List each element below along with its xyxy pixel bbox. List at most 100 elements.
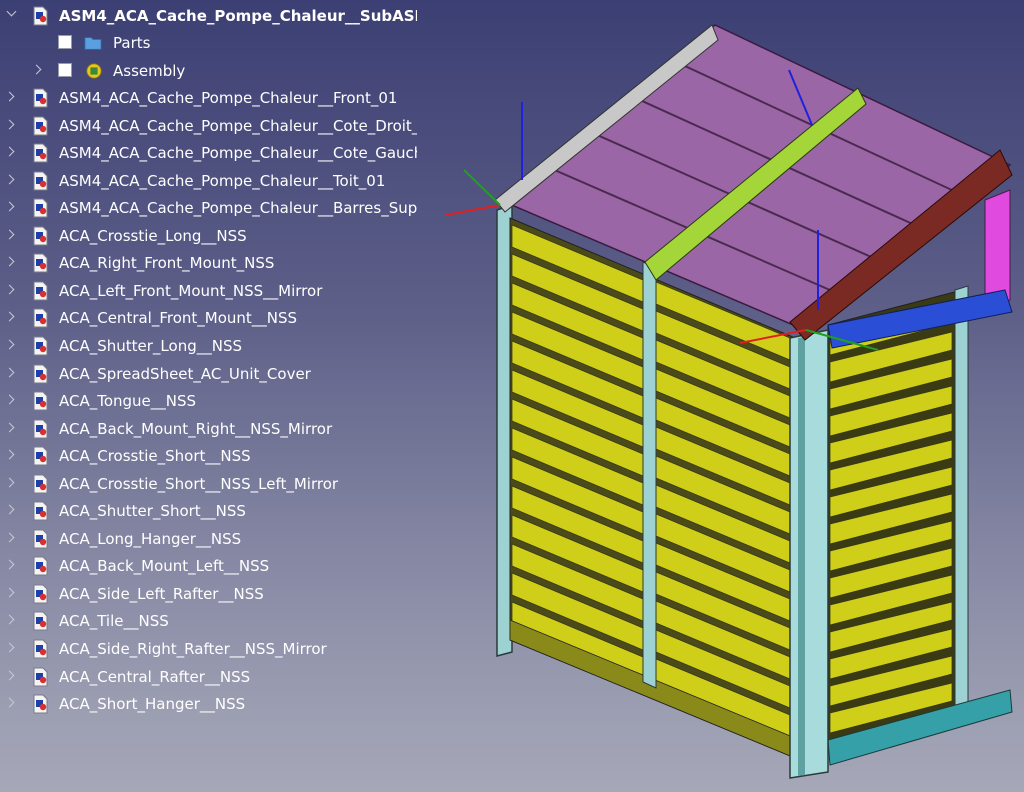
chevron-right-icon[interactable] <box>4 256 15 267</box>
tree-item-row[interactable]: ACA_Left_Front_Mount_NSS__Mirror <box>0 277 418 304</box>
tree-item-label: ACA_Tile__NSS <box>59 612 169 631</box>
document-part-icon <box>33 143 48 163</box>
tree-root-label: ASM4_ACA_Cache_Pompe_Chaleur__SubASM_0 <box>59 7 417 25</box>
chevron-right-icon[interactable] <box>4 174 15 185</box>
document-part-icon <box>33 336 48 356</box>
document-part-icon <box>33 474 48 494</box>
tree-item-row[interactable]: ACA_Back_Mount_Right__NSS_Mirror <box>0 415 418 442</box>
central-front-mount <box>642 261 657 689</box>
chevron-right-icon[interactable] <box>4 146 15 157</box>
tree-row-root[interactable]: ASM4_ACA_Cache_Pompe_Chaleur__SubASM_0 <box>0 2 418 29</box>
chevron-right-icon[interactable] <box>4 229 15 240</box>
assembly-label: Assembly <box>113 62 186 80</box>
tree-item-row[interactable]: ASM4_ACA_Cache_Pompe_Chaleur__Toit_01 <box>0 167 418 194</box>
tree-row-parts[interactable]: Parts <box>0 29 418 56</box>
tree-item-row[interactable]: ACA_Right_Front_Mount_NSS <box>0 249 418 276</box>
document-part-icon <box>33 253 48 273</box>
tree-item-row[interactable]: ACA_Central_Rafter__NSS <box>0 663 418 690</box>
chevron-right-icon[interactable] <box>4 532 15 543</box>
chevron-right-icon[interactable] <box>4 642 15 653</box>
document-part-icon <box>33 446 48 466</box>
tree-item-label: ACA_Short_Hanger__NSS <box>59 695 246 714</box>
tree-item-row[interactable]: ACA_SpreadSheet_AC_Unit_Cover <box>0 360 418 387</box>
chevron-right-icon[interactable] <box>4 284 15 295</box>
tree-item-label: ACA_Crosstie_Short__NSS_Left_Mirror <box>59 474 339 493</box>
folder-icon <box>84 37 102 50</box>
parts-label: Parts <box>113 34 151 52</box>
tree-item-row[interactable]: ACA_Central_Front_Mount__NSS <box>0 304 418 331</box>
tree-item-row[interactable]: ACA_Back_Mount_Left__NSS <box>0 552 418 579</box>
tree-item-label: ACA_Long_Hanger__NSS <box>59 529 242 548</box>
tree-item-row[interactable]: ACA_Shutter_Short__NSS <box>0 497 418 524</box>
document-part-icon <box>33 667 48 687</box>
chevron-right-icon[interactable] <box>4 587 15 598</box>
chevron-right-icon[interactable] <box>4 449 15 460</box>
y-axis-marker <box>463 169 501 206</box>
tree-item-row[interactable]: ACA_Short_Hanger__NSS <box>0 690 418 717</box>
document-part-icon <box>33 281 48 301</box>
tree-item-label: ACA_Side_Right_Rafter__NSS_Mirror <box>59 640 327 658</box>
chevron-right-icon[interactable] <box>4 201 15 212</box>
tree-item-row[interactable]: ACA_Shutter_Long__NSS <box>0 332 418 359</box>
x-axis-marker <box>445 204 501 216</box>
parts-checkbox[interactable] <box>58 35 72 49</box>
chevron-right-icon[interactable] <box>4 422 15 433</box>
chevron-down-icon[interactable] <box>6 6 17 17</box>
chevron-right-icon[interactable] <box>4 697 15 708</box>
document-part-icon <box>33 584 48 604</box>
assembly-icon <box>86 63 102 79</box>
document-part-icon <box>33 556 48 576</box>
model-tree: ASM4_ACA_Cache_Pompe_Chaleur__SubASM_0 P… <box>0 0 418 792</box>
corner-post-shade <box>798 337 805 776</box>
tree-item-label: ASM4_ACA_Cache_Pompe_Chaleur__Front_01 <box>59 89 398 107</box>
document-part-icon <box>33 391 48 411</box>
tree-item-row[interactable]: ACA_Long_Hanger__NSS <box>0 525 418 552</box>
tree-item-row[interactable]: ACA_Crosstie_Short__NSS <box>0 442 418 469</box>
assembly-checkbox[interactable] <box>58 63 72 77</box>
document-part-icon <box>33 308 48 328</box>
tree-item-label: ACA_Central_Front_Mount__NSS <box>59 309 298 328</box>
chevron-right-icon[interactable] <box>4 504 15 515</box>
tree-item-row[interactable]: ASM4_ACA_Cache_Pompe_Chaleur__Front_01 <box>0 84 418 111</box>
document-part-icon <box>33 611 48 631</box>
tree-item-row[interactable]: ACA_Crosstie_Long__NSS <box>0 222 418 249</box>
tree-item-row[interactable]: ACA_Side_Right_Rafter__NSS_Mirror <box>0 635 418 662</box>
chevron-right-icon[interactable] <box>4 311 15 322</box>
tree-item-label: ACA_Shutter_Long__NSS <box>59 336 242 355</box>
document-part-icon <box>33 171 48 191</box>
tree-item-row[interactable]: ASM4_ACA_Cache_Pompe_Chaleur__Barres_Sup… <box>0 194 418 221</box>
tree-item-row[interactable]: ACA_Tile__NSS <box>0 607 418 634</box>
tree-item-label: ACA_Crosstie_Long__NSS <box>59 226 247 245</box>
document-part-icon <box>33 501 48 521</box>
tree-item-label: ACA_Crosstie_Short__NSS <box>59 447 251 466</box>
chevron-right-icon[interactable] <box>31 64 42 75</box>
tree-item-label: ACA_Tongue__NSS <box>59 392 197 411</box>
tree-item-label: ACA_Central_Rafter__NSS <box>59 667 251 686</box>
document-part-icon <box>33 639 48 659</box>
chevron-right-icon[interactable] <box>4 339 15 350</box>
chevron-right-icon[interactable] <box>4 394 15 405</box>
chevron-right-icon[interactable] <box>4 559 15 570</box>
tree-item-label: ACA_Back_Mount_Right__NSS_Mirror <box>59 419 333 438</box>
document-part-icon <box>33 529 48 549</box>
chevron-right-icon[interactable] <box>4 119 15 129</box>
tree-item-row[interactable]: ASM4_ACA_Cache_Pompe_Chaleur__Cote_Droit… <box>0 112 418 139</box>
document-part-icon <box>33 694 48 714</box>
chevron-right-icon[interactable] <box>4 477 15 488</box>
tree-item-label: ASM4_ACA_Cache_Pompe_Chaleur__Cote_Gauch… <box>59 144 417 163</box>
3d-viewport[interactable] <box>418 0 1024 792</box>
tree-row-assembly[interactable]: Assembly <box>0 57 418 84</box>
chevron-right-icon[interactable] <box>4 367 15 377</box>
tree-item-row[interactable]: ACA_Side_Left_Rafter__NSS <box>0 580 418 607</box>
tree-item-label: ASM4_ACA_Cache_Pompe_Chaleur__Barres_Sup… <box>59 199 417 218</box>
tree-item-label: ACA_Back_Mount_Left__NSS <box>59 557 270 576</box>
tree-item-row[interactable]: ACA_Tongue__NSS <box>0 387 418 414</box>
document-part-icon <box>33 419 48 439</box>
chevron-right-icon[interactable] <box>4 670 15 680</box>
chevron-right-icon[interactable] <box>4 614 15 625</box>
tree-item-label: ASM4_ACA_Cache_Pompe_Chaleur__Cote_Droit… <box>59 116 417 135</box>
chevron-right-icon[interactable] <box>4 91 15 102</box>
tree-item-row[interactable]: ASM4_ACA_Cache_Pompe_Chaleur__Cote_Gauch… <box>0 139 418 166</box>
right-front-mount <box>789 329 829 779</box>
tree-item-row[interactable]: ACA_Crosstie_Short__NSS_Left_Mirror <box>0 470 418 497</box>
